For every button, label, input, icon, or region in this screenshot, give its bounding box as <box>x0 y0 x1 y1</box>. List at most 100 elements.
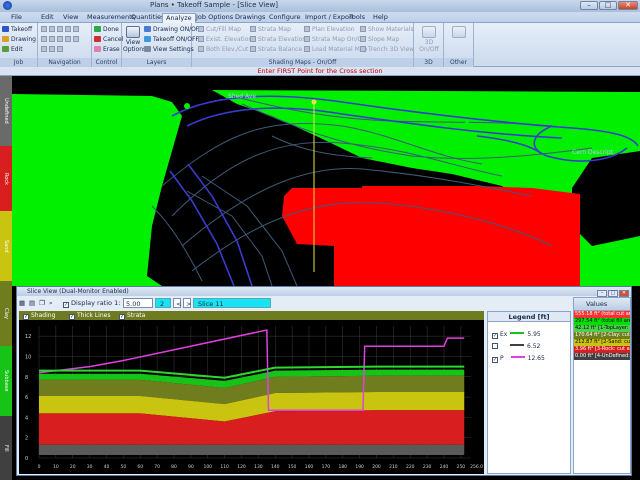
strata-elevations-button[interactable]: Strata Elevations <box>250 36 309 44</box>
cross-section-graph[interactable]: 121086420 0 10 20 30 40 50 60 70 80 90 100 110 120 13… <box>19 320 484 474</box>
menu-configure[interactable]: Configure <box>266 13 304 23</box>
3d-onoff-button[interactable]: 3D On/Off <box>417 26 441 53</box>
x-tick-label: 40 <box>104 464 110 470</box>
zoom-tools-row-2 <box>41 36 81 44</box>
takeoff-onoff-button[interactable]: Takeoff ON/OFF <box>144 36 199 44</box>
takeoff-button[interactable]: Takeoff <box>2 26 32 34</box>
exist-elevation-button[interactable]: Exist. Elevation <box>198 36 252 44</box>
ruler-icon[interactable] <box>57 46 63 52</box>
cancel-button[interactable]: Cancel <box>94 36 123 44</box>
erase-button[interactable]: Erase <box>94 46 120 54</box>
group-title-3d: 3D <box>414 58 443 67</box>
ribbon-group-control: Done Cancel Erase Control <box>92 23 123 67</box>
trench-icon <box>360 46 366 52</box>
street-label-right: Cern Descript <box>572 149 614 156</box>
view-settings-button[interactable]: View Settings <box>144 46 194 54</box>
minimize-button[interactable]: – <box>580 1 598 10</box>
print-icon[interactable]: ▦ <box>19 298 25 308</box>
x-tick-label: 140 <box>271 464 280 470</box>
value-row-total-fill: 297.54 ft² (total fill are <box>574 318 630 325</box>
zoom-extents-icon[interactable] <box>65 26 71 32</box>
shading-checkbox[interactable]: ✓ Shading <box>23 311 55 320</box>
pan-icon[interactable] <box>73 26 79 32</box>
display-ratio-checkbox[interactable]: ✓ Display ratio 1: <box>63 298 120 308</box>
plan-elevation-button[interactable]: Plan Elevation <box>304 26 355 34</box>
group-title-job: Job <box>0 58 37 67</box>
legend-row-existing[interactable]: ✓ Ex 5.95 <box>492 330 541 339</box>
legend-row-strata[interactable]: 6.52 <box>492 342 540 351</box>
strata-balance-button[interactable]: Strata Balance <box>250 46 302 54</box>
trench-3d-view-button[interactable]: Trench 3D View <box>360 46 414 54</box>
x-tick-label: 80 <box>171 464 177 470</box>
zoom-icon[interactable]: ⌕ <box>49 298 53 308</box>
close-button[interactable]: ✕ <box>618 1 638 10</box>
menu-bar: File Edit View Measurements Quantities A… <box>0 12 640 23</box>
strata-checkbox[interactable]: ✓ Strata <box>119 311 145 320</box>
drawing-button[interactable]: Drawing <box>2 36 36 44</box>
copy-icon[interactable]: ❐ <box>39 298 45 308</box>
maximize-button[interactable]: □ <box>599 1 617 10</box>
window-title: Plans • Takeoff Sample - [Slice View] <box>150 1 278 9</box>
export-icon[interactable]: ▤ <box>29 298 35 308</box>
strata-map-button[interactable]: Strata Map <box>250 26 291 34</box>
zoom-out-icon[interactable] <box>49 26 55 32</box>
refresh-icon[interactable] <box>65 36 71 42</box>
other-button[interactable] <box>450 26 468 39</box>
magnifier-icon[interactable] <box>73 36 79 42</box>
prev-slice-button[interactable]: < <box>173 298 181 308</box>
slope-map-button[interactable]: Slope Map <box>360 36 399 44</box>
legend-check-icon-strata <box>492 343 498 349</box>
street-label-top: Shed Ave <box>228 93 256 100</box>
zoom-previous-icon[interactable] <box>41 36 47 42</box>
menu-file[interactable]: File <box>8 13 25 23</box>
menu-drawings[interactable]: Drawings <box>232 13 268 23</box>
rotate-icon[interactable] <box>41 46 47 52</box>
both-elev-button[interactable]: Both Elev./Cut <box>198 46 248 54</box>
legend-row-proposed[interactable]: ✓ P 12.65 <box>492 354 545 363</box>
x-axis-end-label: 256.0 <box>470 464 483 470</box>
zoom-in-icon[interactable] <box>41 26 47 32</box>
menu-job-options[interactable]: Job Options <box>193 13 236 23</box>
app-window: Plans • Takeoff Sample - [Slice View] – … <box>0 0 640 480</box>
slice-maximize-button[interactable]: □ <box>608 290 618 297</box>
plan-marker-green-2 <box>465 120 469 124</box>
legend-title: Legend [ft] <box>488 312 570 322</box>
x-tick-label: 220 <box>406 464 415 470</box>
3d-cube-icon <box>422 26 436 38</box>
menu-edit[interactable]: Edit <box>38 13 57 23</box>
display-ratio-input[interactable]: 5.00 <box>123 298 153 308</box>
show-materials-button[interactable]: Show Materials <box>360 26 414 34</box>
drawing-layer-icon <box>144 26 151 32</box>
app-logo-icon[interactable] <box>3 1 12 10</box>
done-button[interactable]: Done <box>94 26 119 34</box>
slice-name-field[interactable]: Slice 11 <box>193 298 271 308</box>
plan-view[interactable]: Shed Ave Cern Descript <box>12 76 640 286</box>
slice-number-input[interactable]: 2 <box>155 298 171 308</box>
strata-map-onoff-button[interactable]: Strata Map On/Off <box>304 36 366 44</box>
next-slice-button[interactable]: > <box>183 298 191 308</box>
value-row-rock: 3.96 ft² [3-Rock: cut area <box>574 346 630 353</box>
x-tick-label: 150 <box>288 464 297 470</box>
thick-lines-checkbox[interactable]: ✓ Thick Lines <box>69 311 110 320</box>
x-tick-label: 30 <box>87 464 93 470</box>
load-material-map-button[interactable]: Load Material Map <box>304 46 367 54</box>
menu-help[interactable]: Help <box>370 13 391 23</box>
zoom-next-icon[interactable] <box>49 36 55 42</box>
view-options-button[interactable]: View Options <box>123 26 146 53</box>
cut-fill-map-button[interactable]: Cut/Fill Map <box>198 26 241 34</box>
zoom-page-icon[interactable] <box>57 36 63 42</box>
menu-view[interactable]: View <box>60 13 81 23</box>
group-title-other: Other <box>444 58 473 67</box>
y-tick-label: 8 <box>25 375 28 381</box>
x-tick-label: 130 <box>254 464 263 470</box>
slice-close-button[interactable]: ✕ <box>619 290 629 297</box>
menu-analyze[interactable]: Analyze <box>162 13 196 23</box>
zoom-window-icon[interactable] <box>57 26 63 32</box>
x-tick-label: 100 <box>203 464 212 470</box>
edit-button[interactable]: Edit <box>2 46 23 54</box>
grid-icon[interactable] <box>49 46 55 52</box>
slice-minimize-button[interactable]: – <box>597 290 607 297</box>
x-tick-label: 250 <box>457 464 466 470</box>
other-icon <box>452 26 466 38</box>
menu-tools[interactable]: Tools <box>346 13 368 23</box>
